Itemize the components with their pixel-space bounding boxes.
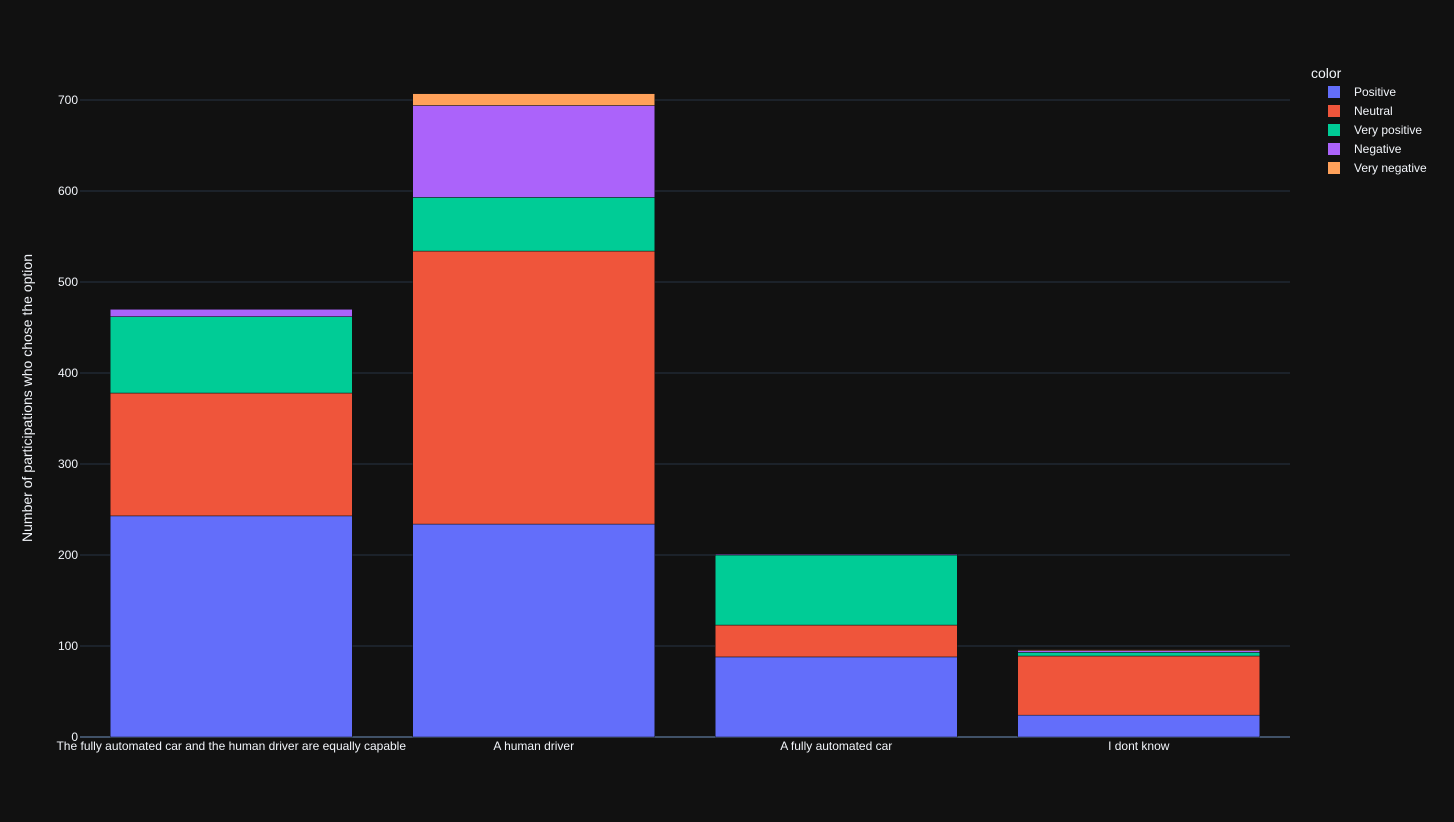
bar-segment <box>715 624 958 658</box>
y-axis-ticks: 0100200300400500600700 <box>58 93 78 744</box>
y-tick-label: 700 <box>58 93 78 107</box>
stacked-bar-chart: 0100200300400500600700 The fully automat… <box>19 65 1427 753</box>
bar-segment <box>1017 649 1260 651</box>
bar-segment <box>110 392 353 517</box>
legend-swatch <box>1328 162 1340 174</box>
bar-segment <box>412 523 655 738</box>
bar-segment <box>715 656 958 738</box>
legend-swatch <box>1328 105 1340 117</box>
bars <box>110 93 1260 738</box>
legend-item-label: Negative <box>1354 142 1402 156</box>
bar-segment <box>715 554 958 626</box>
x-axis-ticks: The fully automated car and the human dr… <box>56 739 1169 753</box>
legend-item-label: Very negative <box>1354 161 1427 175</box>
bar-segment <box>412 105 655 198</box>
y-axis-label: Number of participations who chose the o… <box>19 254 35 542</box>
y-tick-label: 100 <box>58 639 78 653</box>
bar-segment <box>110 515 353 738</box>
legend: color Positive Neutral Very positive Negati… <box>1311 65 1427 175</box>
y-tick-label: 300 <box>58 457 78 471</box>
bar-segment <box>412 197 655 252</box>
bar-segment <box>110 309 353 317</box>
legend-title: color <box>1311 65 1342 81</box>
x-tick-label: The fully automated car and the human dr… <box>56 739 406 753</box>
y-tick-label: 200 <box>58 548 78 562</box>
legend-swatch <box>1328 86 1340 98</box>
legend-swatch <box>1328 143 1340 155</box>
legend-item-label: Positive <box>1354 85 1396 99</box>
bar-segment <box>1017 652 1260 657</box>
x-tick-label: A human driver <box>493 739 574 753</box>
bar-segment <box>110 316 353 394</box>
legend-swatch <box>1328 124 1340 136</box>
bar-segment <box>715 553 958 556</box>
x-tick-label: A fully automated car <box>780 739 892 753</box>
x-tick-label: I dont know <box>1108 739 1170 753</box>
legend-item-label: Very positive <box>1354 123 1422 137</box>
bar-segment <box>412 250 655 525</box>
bar-segment <box>412 93 655 106</box>
bar-segment <box>1017 714 1260 738</box>
y-tick-label: 600 <box>58 184 78 198</box>
y-tick-label: 400 <box>58 366 78 380</box>
bar-segment <box>1017 650 1260 653</box>
bar-segment <box>1017 655 1260 716</box>
y-tick-label: 500 <box>58 275 78 289</box>
legend-item-label: Neutral <box>1354 104 1393 118</box>
